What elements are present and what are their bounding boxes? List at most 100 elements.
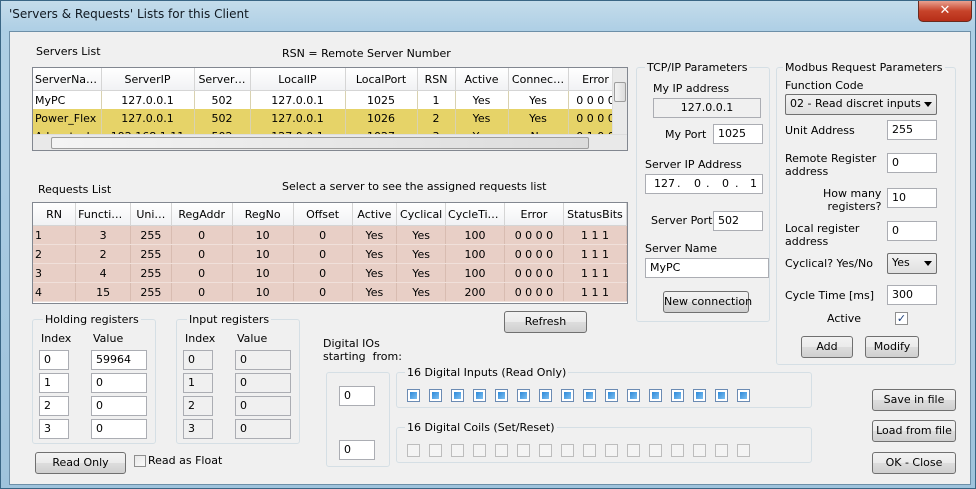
remote-register-field[interactable]: 0 xyxy=(887,153,937,173)
server-row[interactable]: MyPC 127.0.0.1 502 127.0.0.1 1025 1 Yes Yes 0 0 … xyxy=(33,90,624,109)
digital-input-checkbox[interactable] xyxy=(671,389,684,402)
servers-column-header[interactable]: ServerName xyxy=(33,68,102,91)
digital-input-checkbox[interactable] xyxy=(583,389,596,402)
requests-column-header[interactable]: Error xyxy=(504,203,564,226)
digital-input-checkbox[interactable] xyxy=(495,389,508,402)
servers-vscrollbar[interactable] xyxy=(612,68,627,134)
digital-coil-checkbox[interactable] xyxy=(693,444,706,457)
read-as-float-checkbox[interactable] xyxy=(134,455,146,467)
save-in-file-button[interactable]: Save in file xyxy=(872,389,956,411)
holding-index-field[interactable]: 0 xyxy=(39,350,69,370)
servers-column-header[interactable]: ServerIP xyxy=(101,68,195,91)
server-port-field[interactable]: 502 xyxy=(713,211,763,231)
digital-input-checkbox[interactable] xyxy=(627,389,640,402)
digital-input-checkbox[interactable] xyxy=(451,389,464,402)
digital-coil-checkbox[interactable] xyxy=(495,444,508,457)
digital-coil-checkbox[interactable] xyxy=(671,444,684,457)
requests-column-header[interactable]: StatusBits xyxy=(563,203,627,226)
requests-column-header[interactable]: Functio… xyxy=(75,203,132,226)
holding-value-field[interactable]: 0 xyxy=(91,396,147,416)
digital-input-checkbox[interactable] xyxy=(693,389,706,402)
server-row[interactable]: Power_Flex 127.0.0.1 502 127.0.0.1 1026 2 Yes Y… xyxy=(33,109,624,127)
new-connection-button[interactable]: New connection xyxy=(663,291,752,313)
refresh-button[interactable]: Refresh xyxy=(504,311,587,333)
request-row[interactable]: 2 2 255 0 10 0 Yes Yes 100 0 0 0 01 1 1 xyxy=(33,244,627,264)
digital-input-checkbox[interactable] xyxy=(429,389,442,402)
digital-input-checkbox[interactable] xyxy=(605,389,618,402)
modify-button[interactable]: Modify xyxy=(865,336,919,358)
requests-column-header[interactable]: Uni… xyxy=(130,203,172,226)
request-cell: 0 0 0 0 xyxy=(504,244,564,264)
load-from-file-button[interactable]: Load from file xyxy=(872,420,956,442)
digital-input-checkbox[interactable] xyxy=(561,389,574,402)
title-bar[interactable]: 'Servers & Requests' Lists for this Clie… xyxy=(1,1,976,31)
digital-input-checkbox[interactable] xyxy=(473,389,486,402)
servers-grid[interactable]: ServerName ServerIP Server… LocalIP LocalPor… xyxy=(32,67,628,151)
requests-column-header[interactable]: Cyclical xyxy=(396,203,447,226)
cycle-time-field[interactable]: 300 xyxy=(887,285,937,305)
digital-coils-start-field[interactable]: 0 xyxy=(339,440,375,460)
request-row[interactable]: 4 15 255 0 10 0 Yes Yes 200 0 0 0 01 1 1 xyxy=(33,282,627,302)
holding-index-field[interactable]: 1 xyxy=(39,373,69,393)
digital-input-checkbox[interactable] xyxy=(539,389,552,402)
close-button[interactable]: ✕ xyxy=(918,1,972,22)
requests-column-header[interactable]: Offset xyxy=(293,203,353,226)
server-name-field[interactable]: MyPC xyxy=(645,258,769,278)
requests-column-header[interactable]: RegNo xyxy=(232,203,294,226)
digital-coil-checkbox[interactable] xyxy=(451,444,464,457)
digital-input-checkbox[interactable] xyxy=(649,389,662,402)
holding-value-field[interactable]: 0 xyxy=(91,419,147,439)
active-checkbox[interactable]: ✓ xyxy=(895,312,908,325)
digital-input-checkbox[interactable] xyxy=(737,389,750,402)
requests-grid[interactable]: RN Functio… Uni… RegAddr RegNo Offset Active Cy… xyxy=(32,202,628,304)
digital-coil-checkbox[interactable] xyxy=(627,444,640,457)
request-row[interactable]: 1 3 255 0 10 0 Yes Yes 100 0 0 0 01 1 1 xyxy=(33,225,627,245)
holding-index-field[interactable]: 3 xyxy=(39,419,69,439)
holding-value-field[interactable]: 0 xyxy=(91,373,147,393)
servers-column-header[interactable]: Server… xyxy=(194,68,251,91)
function-code-select[interactable]: 02 - Read discret inputs xyxy=(785,94,937,115)
how-many-registers-field[interactable]: 10 xyxy=(887,188,937,208)
servers-column-header[interactable]: LocalIP xyxy=(250,68,346,91)
digital-coil-checkbox[interactable] xyxy=(539,444,552,457)
add-button[interactable]: Add xyxy=(801,336,853,358)
request-cell: 100 xyxy=(445,244,505,264)
servers-column-header[interactable]: Active xyxy=(455,68,509,91)
digital-input-checkbox[interactable] xyxy=(715,389,728,402)
digital-coil-checkbox[interactable] xyxy=(561,444,574,457)
digital-coil-checkbox[interactable] xyxy=(407,444,420,457)
servers-column-header[interactable]: Connec… xyxy=(508,68,569,91)
digital-coil-checkbox[interactable] xyxy=(605,444,618,457)
servers-vscroll-thumb[interactable] xyxy=(614,82,626,102)
local-register-field[interactable]: 0 xyxy=(887,221,937,241)
holding-value-field[interactable]: 59964 xyxy=(91,350,147,370)
digital-coil-checkbox[interactable] xyxy=(737,444,750,457)
request-row[interactable]: 3 4 255 0 10 0 Yes Yes 100 0 0 0 01 1 1 xyxy=(33,263,627,283)
requests-column-header[interactable]: CycleTime xyxy=(445,203,505,226)
cyclical-select[interactable]: Yes xyxy=(887,253,937,274)
digital-coil-checkbox[interactable] xyxy=(429,444,442,457)
holding-index-field[interactable]: 2 xyxy=(39,396,69,416)
digital-input-checkbox[interactable] xyxy=(407,389,420,402)
digital-input-checkbox[interactable] xyxy=(517,389,530,402)
servers-column-header[interactable]: RSN xyxy=(417,68,456,91)
digital-coil-checkbox[interactable] xyxy=(715,444,728,457)
read-only-button[interactable]: Read Only xyxy=(35,452,126,474)
requests-column-header[interactable]: RegAddr xyxy=(171,203,233,226)
ok-close-button[interactable]: OK - Close xyxy=(872,452,956,474)
digital-coil-checkbox[interactable] xyxy=(649,444,662,457)
servers-hscroll-thumb[interactable] xyxy=(51,137,589,149)
requests-column-header[interactable]: RN xyxy=(33,203,77,226)
unit-address-field[interactable]: 255 xyxy=(887,120,937,140)
my-port-field[interactable]: 1025 xyxy=(713,124,763,144)
server-port-label: Server Port xyxy=(651,214,713,227)
servers-column-header[interactable]: LocalPort xyxy=(345,68,418,91)
digital-coil-checkbox[interactable] xyxy=(473,444,486,457)
server-ip-field[interactable]: 127 . 0 . 0 . 1 xyxy=(645,174,763,194)
requests-column-header[interactable]: Active xyxy=(352,203,398,226)
digital-coil-checkbox[interactable] xyxy=(517,444,530,457)
servers-hscrollbar[interactable] xyxy=(33,134,627,150)
request-cell: 1 1 1 xyxy=(563,263,627,283)
digital-inputs-start-field[interactable]: 0 xyxy=(339,386,375,406)
digital-coil-checkbox[interactable] xyxy=(583,444,596,457)
